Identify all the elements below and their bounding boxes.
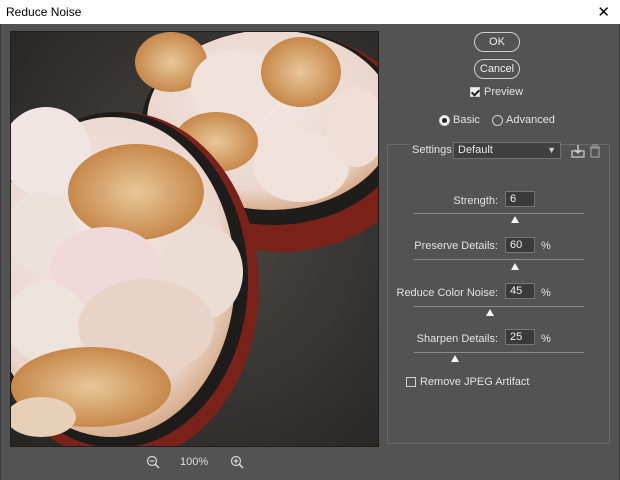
preview-checkbox[interactable]: [470, 87, 480, 97]
preserve-details-label: Preserve Details:: [414, 240, 498, 252]
strength-input[interactable]: 6: [505, 191, 535, 207]
preserve-details-input[interactable]: 60: [505, 237, 535, 253]
remove-jpeg-artifact-checkbox[interactable]: [406, 377, 416, 387]
basic-radio[interactable]: [439, 115, 450, 126]
save-icon[interactable]: [571, 144, 585, 158]
reduce-color-noise-input[interactable]: 45: [505, 283, 535, 299]
sharpen-details-unit: %: [541, 333, 551, 345]
strength-slider-handle[interactable]: [511, 216, 519, 223]
reduce-color-noise-track[interactable]: [414, 306, 584, 307]
sharpen-details-slider-handle[interactable]: [451, 355, 459, 362]
basic-label: Basic: [453, 114, 480, 126]
close-icon[interactable]: ✕: [597, 3, 610, 21]
preserve-details-slider-handle[interactable]: [511, 263, 519, 270]
preview-photo: [11, 32, 378, 446]
advanced-label: Advanced: [506, 114, 555, 126]
chevron-down-icon: ▼: [547, 145, 556, 155]
zoom-bar: 100%: [10, 452, 379, 472]
window-title: Reduce Noise: [6, 5, 82, 19]
preview-image[interactable]: [10, 31, 379, 447]
reduce-color-noise-label: Reduce Color Noise:: [396, 287, 499, 299]
preserve-details-track[interactable]: [414, 259, 584, 260]
strength-label: Strength:: [453, 195, 498, 207]
zoom-in-icon[interactable]: [229, 454, 245, 470]
sharpen-details-label: Sharpen Details:: [416, 333, 498, 345]
title-bar: Reduce Noise ✕: [0, 0, 620, 24]
sharpen-details-track[interactable]: [414, 352, 584, 353]
settings-select[interactable]: Default ▼: [453, 142, 561, 159]
preview-label: Preview: [484, 86, 524, 98]
settings-label: Settings:: [410, 144, 457, 156]
reduce-color-noise-unit: %: [541, 287, 551, 299]
sharpen-details-input[interactable]: 25: [505, 329, 535, 345]
settings-value: Default: [458, 144, 493, 156]
reduce-color-noise-slider-handle[interactable]: [486, 309, 494, 316]
cancel-button[interactable]: Cancel: [474, 59, 520, 79]
zoom-out-icon[interactable]: [145, 454, 161, 470]
trash-icon[interactable]: [588, 144, 602, 158]
strength-track[interactable]: [414, 213, 584, 214]
preserve-details-unit: %: [541, 240, 551, 252]
zoom-level: 100%: [180, 456, 209, 468]
advanced-radio[interactable]: [492, 115, 503, 126]
ok-button[interactable]: OK: [474, 32, 520, 52]
remove-jpeg-artifact-label: Remove JPEG Artifact: [420, 376, 530, 388]
